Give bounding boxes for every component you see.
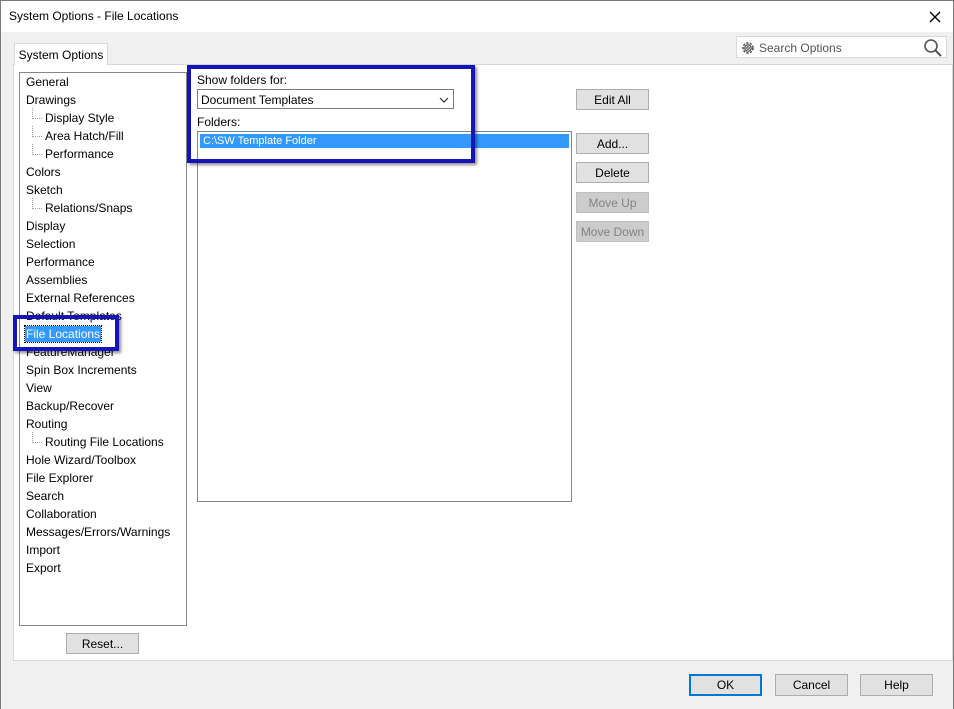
- tree-item[interactable]: Search: [25, 488, 65, 504]
- tree-item[interactable]: Performance: [44, 146, 115, 162]
- tree-item[interactable]: Backup/Recover: [25, 398, 115, 414]
- tree-item[interactable]: File Locations: [23, 325, 103, 343]
- tree-item[interactable]: Assemblies: [25, 272, 88, 288]
- reset-button[interactable]: Reset...: [66, 633, 139, 654]
- add-button[interactable]: Add...: [576, 133, 649, 154]
- show-folders-value: Document Templates: [201, 93, 314, 107]
- tree-item[interactable]: Import: [25, 542, 61, 558]
- tree-item[interactable]: Messages/Errors/Warnings: [25, 524, 171, 540]
- edit-all-button[interactable]: Edit All: [576, 89, 649, 110]
- search-options-box[interactable]: Search Options: [736, 36, 947, 58]
- tab-system-options[interactable]: System Options: [14, 43, 108, 65]
- title-bar: System Options - File Locations: [1, 1, 953, 32]
- tree-item[interactable]: FeatureManager: [25, 344, 116, 360]
- folders-list[interactable]: C:\SW Template Folder: [197, 131, 572, 502]
- tree-item[interactable]: Display Style: [44, 110, 115, 126]
- options-tree[interactable]: General Drawings Display Style Area Hatch/F…: [19, 72, 187, 626]
- tree-item[interactable]: Default Templates: [25, 308, 123, 324]
- tree-item[interactable]: General: [25, 74, 70, 90]
- tree-item[interactable]: Selection: [25, 236, 76, 252]
- gear-icon[interactable]: [740, 40, 756, 56]
- tree-connector: [32, 198, 42, 209]
- close-icon[interactable]: [917, 1, 953, 32]
- tree-connector: [32, 432, 42, 443]
- tree-item[interactable]: Routing: [25, 416, 68, 432]
- tree-item[interactable]: External References: [25, 290, 136, 306]
- tree-item[interactable]: Export: [25, 560, 62, 576]
- cancel-button[interactable]: Cancel: [775, 674, 848, 696]
- delete-button[interactable]: Delete: [576, 162, 649, 183]
- tree-item[interactable]: Colors: [25, 164, 62, 180]
- move-up-button[interactable]: Move Up: [576, 192, 649, 213]
- tree-item[interactable]: File Explorer: [25, 470, 94, 486]
- tree-item[interactable]: Area Hatch/Fill: [44, 128, 125, 144]
- show-folders-dropdown[interactable]: Document Templates: [197, 89, 454, 109]
- search-input[interactable]: Search Options: [759, 41, 842, 55]
- tree-item[interactable]: View: [25, 380, 53, 396]
- ok-button[interactable]: OK: [689, 674, 762, 696]
- tree-connector: [32, 108, 42, 119]
- tree-item[interactable]: Performance: [25, 254, 96, 270]
- system-options-dialog: System Options - File Locations System O…: [0, 0, 954, 709]
- tree-item[interactable]: Spin Box Increments: [25, 362, 138, 378]
- search-icon[interactable]: [923, 38, 943, 58]
- folders-label: Folders:: [197, 115, 241, 129]
- tree-connector: [32, 144, 42, 155]
- window-title: System Options - File Locations: [9, 9, 179, 23]
- move-down-button[interactable]: Move Down: [576, 221, 649, 242]
- tree-item[interactable]: Hole Wizard/Toolbox: [25, 452, 137, 468]
- help-button[interactable]: Help: [860, 674, 933, 696]
- chevron-down-icon[interactable]: [438, 94, 450, 106]
- tree-item[interactable]: Sketch: [25, 182, 64, 198]
- show-folders-label: Show folders for:: [197, 73, 288, 87]
- tree-item[interactable]: Routing File Locations: [44, 434, 165, 450]
- tree-item[interactable]: Collaboration: [25, 506, 98, 522]
- tree-item[interactable]: Display: [25, 218, 66, 234]
- tree-connector: [32, 126, 42, 137]
- tree-item[interactable]: Relations/Snaps: [44, 200, 133, 216]
- tree-item[interactable]: Drawings: [25, 92, 77, 108]
- list-item[interactable]: C:\SW Template Folder: [200, 134, 569, 148]
